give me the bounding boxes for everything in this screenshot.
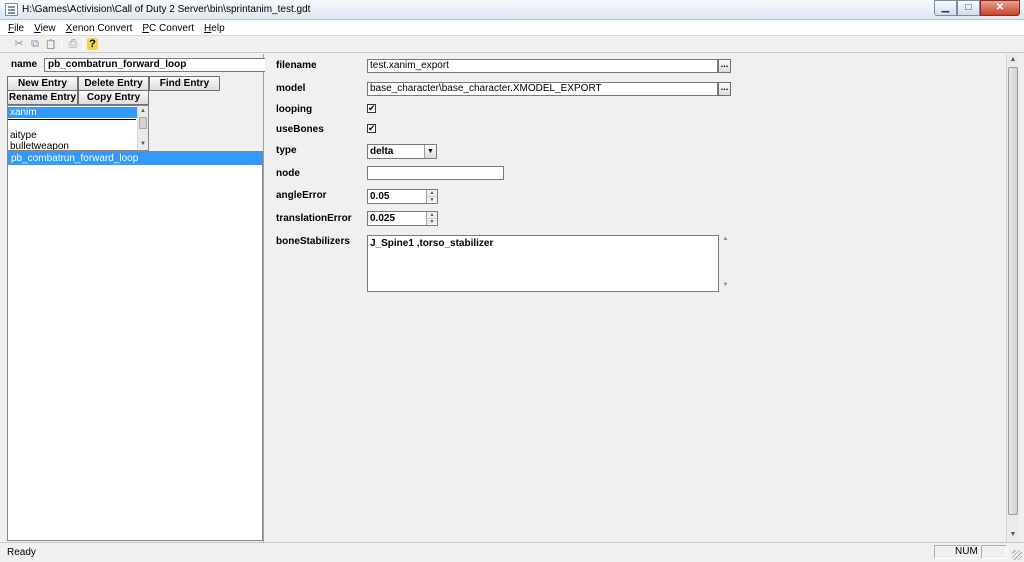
translationerror-spinner[interactable]: 0.025 ▲ ▼ [367, 211, 438, 226]
type-list-scrollbar[interactable]: ▲ ▼ [137, 106, 148, 150]
looping-checkbox[interactable]: ✔ [367, 104, 376, 113]
angleerror-value: 0.05 [370, 191, 390, 202]
window-title: H:\Games\Activision\Call of Duty 2 Serve… [22, 4, 311, 15]
scroll-down-icon[interactable]: ▼ [1007, 529, 1019, 541]
translationerror-label: translationError [276, 213, 352, 224]
spinner-buttons: ▲ ▼ [426, 212, 437, 225]
list-item-selected[interactable]: xanim [8, 107, 138, 118]
new-entry-button[interactable]: New Entry [7, 76, 78, 91]
copy-entry-button[interactable]: Copy Entry [78, 90, 149, 105]
node-label: node [276, 168, 300, 179]
menu-help[interactable]: Help [199, 21, 230, 35]
model-browse-button[interactable]: ... [718, 82, 731, 96]
help-icon[interactable]: ? [87, 38, 98, 50]
usebones-label: useBones [276, 124, 324, 135]
spinner-buttons: ▲ ▼ [426, 190, 437, 203]
delete-entry-button[interactable]: Delete Entry [78, 76, 149, 91]
list-item[interactable]: bulletweapon [8, 141, 138, 150]
print-icon[interactable]: ⎙ [65, 37, 81, 52]
status-text: Ready [7, 547, 36, 558]
angleerror-label: angleError [276, 190, 327, 201]
maximize-button[interactable]: □ [957, 0, 980, 16]
main-scrollbar[interactable]: ▲ ▼ [1006, 54, 1019, 542]
scroll-up-icon[interactable]: ▲ [1007, 54, 1019, 66]
rename-entry-button[interactable]: Rename Entry [7, 90, 78, 105]
type-select[interactable]: delta ▼ [367, 144, 437, 159]
spin-down-icon[interactable]: ▼ [427, 218, 437, 225]
scroll-up-icon[interactable]: ▲ [138, 106, 148, 116]
copy-icon[interactable]: ⧉ [27, 37, 43, 52]
bonestabilizers-textarea[interactable]: J_Spine1 ,torso_stabilizer [367, 235, 719, 292]
close-button[interactable]: ✕ [980, 0, 1020, 16]
entry-list[interactable]: pb_combatrun_forward_loop [7, 151, 263, 541]
bonestabilizers-label: boneStabilizers [276, 236, 350, 247]
toolbar-separator [61, 38, 62, 51]
name-label: name [11, 59, 38, 70]
angleerror-spinner[interactable]: 0.05 ▲ ▼ [367, 189, 438, 204]
menu-view[interactable]: View [29, 21, 61, 35]
node-field[interactable] [367, 166, 504, 180]
app-icon [5, 3, 18, 16]
scroll-up-icon[interactable]: ▲ [721, 236, 730, 242]
list-item[interactable]: aitype [8, 130, 138, 141]
filename-browse-button[interactable]: ... [718, 59, 731, 73]
asset-type-list[interactable]: xanim aitype bulletweapon ▲ ▼ [7, 105, 149, 151]
filename-field[interactable]: test.xanim_export [367, 59, 718, 73]
status-pane-empty [981, 545, 1007, 559]
type-label: type [276, 145, 297, 156]
resize-grip[interactable] [1012, 550, 1022, 560]
scroll-thumb[interactable] [1008, 67, 1018, 515]
menu-bar: File View Xenon Convert PC Convert Help [0, 21, 1024, 36]
cut-icon[interactable]: ✂ [11, 37, 27, 52]
toolbar-separator [83, 38, 84, 51]
entry-panel: name pb_combatrun_forward_loop New Entry… [0, 54, 267, 542]
minimize-button[interactable]: ▁ [934, 0, 957, 16]
menu-pc-convert[interactable]: PC Convert [137, 21, 199, 35]
list-divider [8, 119, 136, 120]
scroll-down-icon[interactable]: ▼ [721, 282, 730, 288]
list-item-selected[interactable]: pb_combatrun_forward_loop [8, 152, 262, 165]
title-bar: H:\Games\Activision\Call of Duty 2 Serve… [0, 0, 1024, 20]
paste-icon[interactable]: 📋 [43, 37, 59, 52]
model-field[interactable]: base_character\base_character.XMODEL_EXP… [367, 82, 718, 96]
usebones-checkbox[interactable]: ✔ [367, 124, 376, 133]
num-lock-indicator: NUM [934, 545, 980, 559]
menu-xenon-convert[interactable]: Xenon Convert [61, 21, 138, 35]
translationerror-value: 0.025 [370, 213, 396, 224]
status-bar: Ready NUM [0, 542, 1024, 562]
spin-down-icon[interactable]: ▼ [427, 196, 437, 203]
find-entry-button[interactable]: Find Entry [149, 76, 220, 91]
name-input[interactable]: pb_combatrun_forward_loop [44, 58, 267, 72]
model-label: model [276, 83, 306, 94]
type-select-value: delta [370, 146, 394, 157]
scroll-down-icon[interactable]: ▼ [138, 139, 148, 149]
window-controls: ▁ □ ✕ [934, 0, 1020, 17]
properties-panel: filename test.xanim_export ... model bas… [265, 54, 1006, 542]
scroll-thumb[interactable] [139, 117, 147, 129]
toolbar: ✂ ⧉ 📋 ⎙ ? [0, 36, 1024, 53]
chevron-down-icon[interactable]: ▼ [424, 145, 436, 158]
filename-label: filename [276, 60, 317, 71]
looping-label: looping [276, 104, 313, 115]
menu-file[interactable]: File [0, 21, 29, 35]
